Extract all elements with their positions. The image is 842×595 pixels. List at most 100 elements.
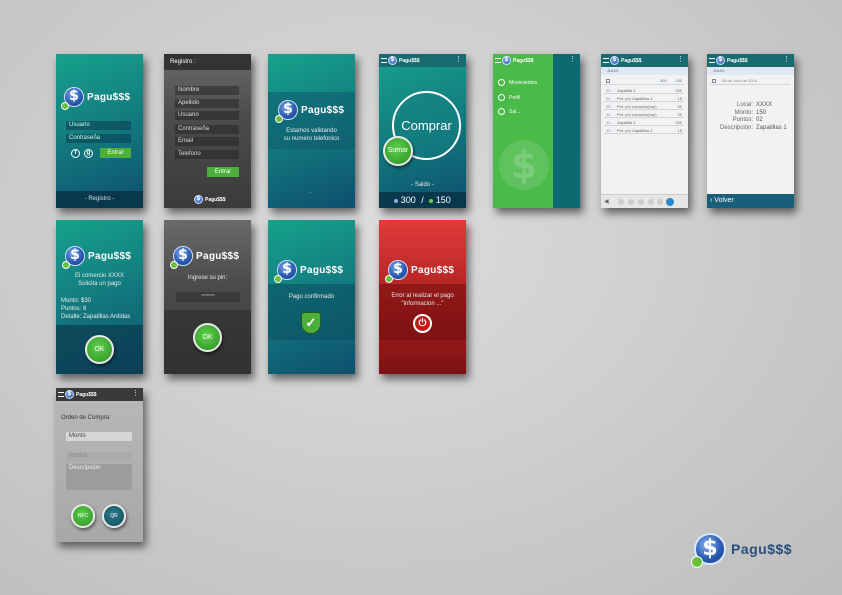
user-icon xyxy=(498,94,505,101)
more-options-icon[interactable]: ⋮ xyxy=(132,390,139,398)
facebook-icon[interactable]: f xyxy=(71,149,80,158)
apellido-input[interactable]: Apellido xyxy=(175,99,239,108)
login-button[interactable]: Entrar xyxy=(100,148,131,158)
points-dot-icon xyxy=(394,198,399,203)
loading-spinner: ... xyxy=(308,189,313,195)
coin-icon: $ xyxy=(194,195,203,204)
brand-logo-large: $ Pagu$$$ xyxy=(691,533,792,568)
top-bar: $ Pagu$$$ ⋮ xyxy=(493,54,580,67)
row-label: Pnt. por compras(sup) xyxy=(617,104,657,109)
brand-name: Pagu$$$ xyxy=(411,264,455,276)
row-day: 04 xyxy=(606,96,611,101)
row-day: 13 xyxy=(606,128,611,133)
logout-icon xyxy=(498,108,505,115)
page-dot[interactable] xyxy=(648,199,654,205)
register-submit-button[interactable]: Entrar xyxy=(207,167,239,177)
puntos-input[interactable]: Puntos xyxy=(66,452,132,461)
row-label: Pnt. por compras(sup) xyxy=(617,112,657,117)
screen-payment-request: $ Pagu$$$ El comercio XXXX Solicita un p… xyxy=(56,220,143,374)
menu-item-movimientos[interactable]: Movimientos xyxy=(498,79,537,86)
brand-logo: $ Pagu$$$ xyxy=(274,260,343,283)
month-header: JULIO xyxy=(707,67,794,75)
brand-logo: $ Pagu$$$ xyxy=(275,100,344,123)
page-dot[interactable] xyxy=(618,199,624,205)
page-dot[interactable] xyxy=(657,199,663,205)
brand-name: Pagu$$$ xyxy=(621,57,642,64)
coin-icon: $ xyxy=(502,56,511,65)
contrasena-input[interactable]: Contraseña xyxy=(175,125,239,134)
movement-row[interactable]: 13 Pnt. por Zapatillas 2 15 xyxy=(604,127,684,134)
screen-movements: $ Pagu$$$ ⋮ JULIO 300 150 03 Zapatilla 1 1… xyxy=(601,54,688,208)
row-label: Zapatilla 1 xyxy=(617,88,636,93)
menu-icon[interactable] xyxy=(495,58,501,63)
more-options-icon[interactable]: ⋮ xyxy=(455,56,462,64)
telefono-input[interactable]: Telefono xyxy=(175,150,239,159)
row-label: Pnt. por Zapatillas 1 xyxy=(617,96,653,101)
row-label: Zapatilla 2 xyxy=(617,120,636,125)
validation-message: Estamos validando su numero telefonico xyxy=(283,128,340,142)
balance-points: 150 xyxy=(435,195,451,205)
page-dot[interactable] xyxy=(638,199,644,205)
register-header: Registro : xyxy=(164,54,251,70)
add-points-button[interactable]: Sumar xyxy=(383,136,413,166)
menu-item-salir[interactable]: Sal... xyxy=(498,108,520,115)
coin-icon: $ xyxy=(385,260,408,283)
username-input[interactable]: Usuario xyxy=(66,121,131,130)
back-button[interactable]: ‹ Volver xyxy=(707,194,794,208)
row-day: 03 xyxy=(606,88,611,93)
movement-row[interactable]: 05 Pnt. por compras(sup) 30 xyxy=(604,103,684,110)
request-message: El comercio XXXX Solicita un pago xyxy=(74,273,125,287)
row-value: 15 xyxy=(677,96,682,101)
row-day: 11 xyxy=(606,112,611,117)
movement-row[interactable]: 03 Zapatilla 1 150 xyxy=(604,87,684,94)
order-title: Orden de Compra: xyxy=(61,415,111,421)
more-options-icon[interactable]: ⋮ xyxy=(783,56,790,64)
email-input[interactable]: Email xyxy=(175,137,239,146)
qr-button[interactable]: QR xyxy=(102,504,126,528)
nombre-input[interactable]: Nombre xyxy=(175,86,239,95)
brand-logo: $ Pagu$$$ xyxy=(385,260,455,283)
row-day: 05 xyxy=(606,104,611,109)
register-link[interactable]: - Registro - xyxy=(56,191,143,208)
total-value: 300 xyxy=(660,78,667,83)
brand-name: Pagu$$$ xyxy=(727,57,748,64)
menu-icon[interactable] xyxy=(381,58,387,63)
nfc-button[interactable]: NFC xyxy=(71,504,95,528)
screen-validating: $ Pagu$$$ Estamos validando su numero te… xyxy=(268,54,355,208)
descripcion-input[interactable]: Descripcion xyxy=(66,464,132,490)
brand-name: Pagu$$$ xyxy=(88,250,132,262)
totals-row: 300 150 xyxy=(604,77,684,85)
movement-row[interactable]: 04 Pnt. por Zapatillas 1 15 xyxy=(604,95,684,102)
screen-payment-confirmed: $ Pagu$$$ Pago confirmado ✓ xyxy=(268,220,355,374)
usuario-input[interactable]: Usuario xyxy=(175,111,239,120)
menu-icon[interactable] xyxy=(709,58,715,63)
ok-button[interactable]: OK xyxy=(193,323,222,352)
coin-icon: $ xyxy=(61,87,84,110)
movement-row[interactable]: 11 Pnt. por compras(sup) 20 xyxy=(604,111,684,118)
watermark-coin-icon: $ xyxy=(499,140,549,190)
coin-icon: $ xyxy=(274,260,297,283)
movement-row[interactable]: 12 Zapatilla 2 150 xyxy=(604,119,684,126)
coin-icon: $ xyxy=(388,56,397,65)
brand-name: Pagu$$$ xyxy=(513,57,534,64)
top-bar: $ Pagu$$$ ⋮ xyxy=(56,388,143,401)
page-dot-active[interactable] xyxy=(666,198,674,206)
prev-page-icon[interactable]: ◀ xyxy=(604,198,609,205)
password-input[interactable]: Contraseña xyxy=(66,134,131,143)
brand-logo: $ Pagu$$$ xyxy=(61,87,130,110)
more-options-icon[interactable]: ⋮ xyxy=(569,56,576,64)
confirm-message: Pago confirmado xyxy=(288,294,335,300)
calendar-icon xyxy=(712,79,716,83)
google-icon[interactable]: g xyxy=(84,149,93,158)
balance-values: 300 / 150 xyxy=(379,192,466,208)
monto-input[interactable]: Monto xyxy=(66,432,132,441)
pin-input[interactable]: ******* xyxy=(176,292,240,302)
menu-icon[interactable] xyxy=(58,392,64,397)
menu-icon[interactable] xyxy=(603,58,609,63)
menu-item-perfil[interactable]: Perfil xyxy=(498,94,520,101)
ok-button[interactable]: OK xyxy=(85,335,114,364)
page-dot[interactable] xyxy=(628,199,634,205)
more-options-icon[interactable]: ⋮ xyxy=(677,56,684,64)
balance-total: 300 xyxy=(400,195,416,205)
rss-icon xyxy=(62,261,70,269)
